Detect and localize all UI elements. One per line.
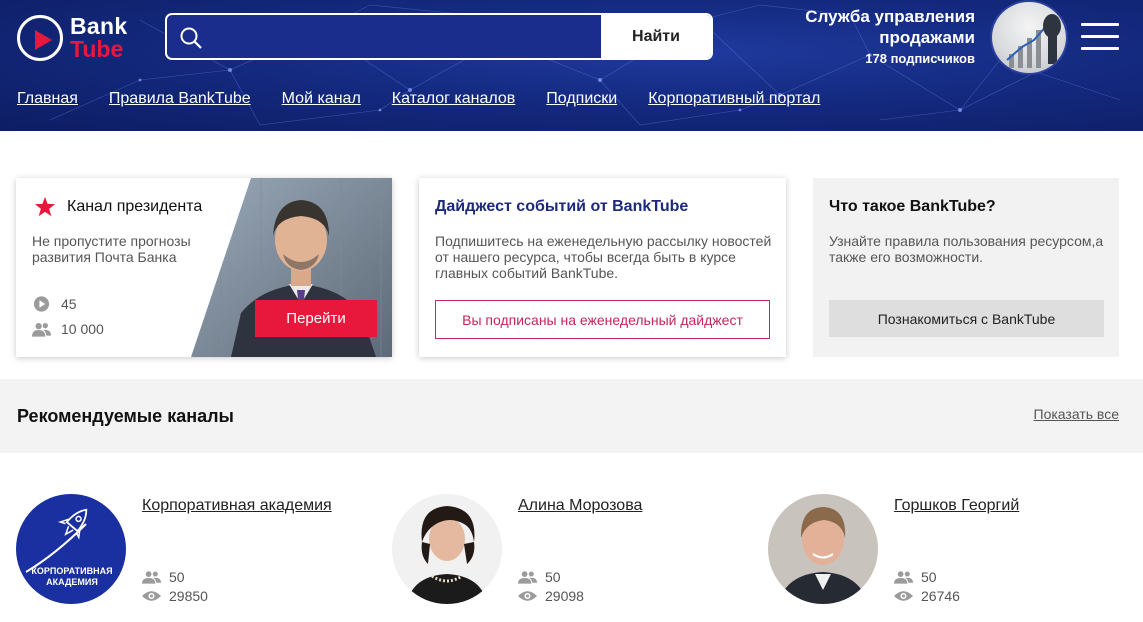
search-input[interactable]: [211, 15, 601, 58]
president-channel-card: Канал президента Не пропустите прогнозы …: [16, 178, 392, 357]
channel-subscribers-value: 50: [169, 569, 185, 585]
users-icon: [518, 571, 537, 584]
current-channel-name[interactable]: Служба управления продажами: [715, 6, 975, 48]
channel-card: Алина Морозова 50 29098: [392, 494, 722, 606]
channel-subscribers: 50: [142, 569, 185, 585]
videos-count-value: 45: [61, 296, 77, 312]
president-card-description: Не пропустите прогнозы развития Почта Ба…: [32, 233, 191, 265]
subscribers-count: 10 000: [32, 321, 104, 337]
what-is-banktube-card: Что такое BankTube? Узнайте правила поль…: [813, 178, 1119, 357]
subscribers-count-value: 10 000: [61, 321, 104, 337]
videos-count: 45: [32, 296, 77, 312]
search-button[interactable]: Найти: [601, 15, 711, 58]
channel-views: 29850: [142, 588, 208, 604]
digest-subscribed-button[interactable]: Вы подписаны на еженедельный дайджест: [435, 300, 770, 339]
channel-avatar[interactable]: [392, 494, 502, 604]
current-channel-subscribers: 178 подписчиков: [865, 51, 975, 66]
channel-views-value: 29098: [545, 588, 584, 604]
current-channel-info: Служба управления продажами 178 подписчи…: [715, 6, 975, 66]
menu-icon[interactable]: [1081, 23, 1119, 51]
channel-name[interactable]: Алина Морозова: [518, 497, 642, 515]
nav-home[interactable]: Главная: [17, 90, 78, 110]
banktube-logo[interactable]: Bank Tube: [17, 13, 137, 62]
channel-card: КОРПОРАТИВНАЯ АКАДЕМИЯ Корпоративная ака…: [16, 494, 346, 606]
header: Bank Tube Найти Служба управления продаж…: [0, 0, 1143, 131]
nav-subscriptions[interactable]: Подписки: [546, 90, 617, 110]
recommended-header: Рекомендуемые каналы Показать все: [0, 379, 1143, 453]
president-card-title[interactable]: Канал президента: [67, 198, 202, 216]
channel-subscribers-value: 50: [921, 569, 937, 585]
channel-name[interactable]: Горшков Георгий: [894, 497, 1019, 515]
channel-avatar[interactable]: [768, 494, 878, 604]
go-to-president-channel-button[interactable]: Перейти: [255, 300, 377, 337]
users-icon: [142, 571, 161, 584]
channel-views: 26746: [894, 588, 960, 604]
search-bar: Найти: [165, 13, 713, 60]
nav-my-channel[interactable]: Мой канал: [282, 90, 361, 110]
digest-card: Дайджест событий от BankTube Подпишитесь…: [419, 178, 786, 357]
logo-text-tube: Tube: [70, 36, 124, 62]
eye-icon: [518, 591, 537, 601]
play-circle-icon: [33, 296, 50, 312]
channel-views-value: 29850: [169, 588, 208, 604]
digest-card-title: Дайджест событий от BankTube: [435, 198, 689, 215]
channel-subscribers: 50: [518, 569, 561, 585]
main-nav: Главная Правила BankTube Мой канал Катал…: [17, 90, 820, 110]
recommended-title: Рекомендуемые каналы: [17, 406, 234, 426]
channel-name[interactable]: Корпоративная академия: [142, 497, 332, 515]
channel-card: Горшков Георгий 50 26746: [768, 494, 1098, 606]
logo-caption: КОРПОРАТИВНАЯ АКАДЕМИЯ: [31, 566, 113, 587]
what-card-title: Что такое BankTube?: [829, 198, 996, 215]
channel-avatar[interactable]: [990, 0, 1068, 75]
users-icon: [32, 323, 51, 337]
person-photo-icon: [407, 506, 487, 604]
search-icon: [180, 27, 202, 49]
show-all-link[interactable]: Показать все: [1034, 406, 1119, 422]
learn-banktube-button[interactable]: Познакомиться с BankTube: [829, 300, 1104, 337]
nav-catalog[interactable]: Каталог каналов: [392, 90, 516, 110]
channel-views: 29098: [518, 588, 584, 604]
nav-rules[interactable]: Правила BankTube: [109, 90, 251, 110]
star-icon: [34, 196, 56, 217]
person-photo-icon: [778, 507, 868, 604]
what-card-description: Узнайте правила пользования ресурсом,а т…: [829, 233, 1104, 265]
channel-avatar[interactable]: КОРПОРАТИВНАЯ АКАДЕМИЯ: [16, 494, 126, 604]
channel-subscribers-value: 50: [545, 569, 561, 585]
nav-portal[interactable]: Корпоративный портал: [648, 90, 820, 110]
eye-icon: [142, 591, 161, 601]
channel-views-value: 26746: [921, 588, 960, 604]
eye-icon: [894, 591, 913, 601]
digest-card-description: Подпишитесь на еженедельную рассылку нов…: [435, 233, 772, 281]
channel-subscribers: 50: [894, 569, 937, 585]
logo-play-icon: [17, 15, 63, 61]
users-icon: [894, 571, 913, 584]
